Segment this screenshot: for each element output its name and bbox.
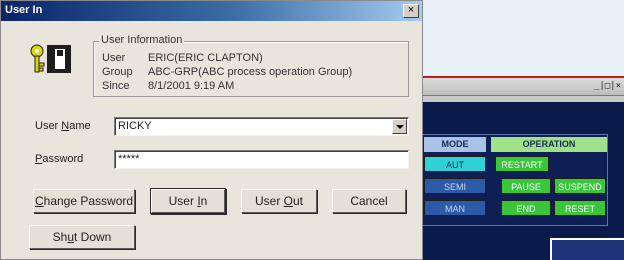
user-in-button[interactable]: User In [151,189,225,213]
username-label-pre: User [35,120,62,132]
password-label: Password [35,153,83,165]
username-label-post: ame [69,120,91,132]
reset-button[interactable]: RESET [554,200,606,216]
end-button[interactable]: END [501,200,551,216]
user-out-label-post: ut [293,194,304,208]
dialog-titlebar: User In × [1,1,422,21]
group-title: User Information [99,34,185,46]
since-label: Since [102,80,130,92]
background-area [418,0,624,86]
user-in-label-post: n [200,194,208,208]
background-titlebar: _|□|× [412,78,624,96]
username-combobox[interactable]: RICKY [114,117,409,136]
shut-down-label-post: t Down [74,230,112,244]
user-label: User [102,52,126,64]
chevron-down-icon[interactable] [392,119,407,134]
username-label: User Name [35,120,91,132]
since-value: 8/1/2001 9:19 AM [148,80,235,92]
user-out-accel: O [283,194,293,208]
password-label-post: assword [42,153,84,165]
group-value: ABC-GRP(ABC process operation Group) [148,66,353,78]
password-value: ***** [118,153,140,165]
user-value: ERIC(ERIC CLAPTON) [148,52,263,64]
username-value: RICKY [118,120,152,132]
shut-down-button[interactable]: Shut Down [29,225,135,249]
shut-down-accel: u [67,230,74,244]
pause-button[interactable]: PAUSE [501,178,551,194]
close-icon: × [407,4,415,16]
mode-man-button[interactable]: MAN [424,200,486,216]
close-button[interactable]: × [403,4,419,18]
mode-header: MODE [424,137,486,152]
change-password-accel: C [34,194,44,208]
user-information-group: User Information User ERIC(ERIC CLAPTON)… [93,34,409,97]
cancel-button[interactable]: Cancel [332,189,406,213]
change-password-button[interactable]: Change Password [33,189,135,213]
control-panel: MODE OPERATION AUT SEMI MAN RESTART PAUS… [420,134,608,226]
operation-header: OPERATION [491,137,607,152]
shut-down-label-pre: Sh [52,230,68,244]
background-window-buttons[interactable]: _|□|× [594,81,621,91]
user-key-icon [30,44,71,73]
user-out-button[interactable]: User Out [241,189,317,213]
mode-aut-button[interactable]: AUT [424,156,486,172]
change-password-label: hange Password [43,194,134,208]
mode-semi-button[interactable]: SEMI [424,178,486,194]
restart-button[interactable]: RESTART [495,156,549,172]
background-panel-corner [550,238,624,260]
user-in-label-pre: User [168,194,198,208]
background-toolbar-strip [412,96,624,102]
password-field[interactable]: ***** [114,150,409,169]
group-label: Group [102,66,133,78]
user-out-label-pre: User [254,194,284,208]
suspend-button[interactable]: SUSPEND [554,178,606,194]
user-in-dialog: User In × User Information User ERIC(ERI… [0,0,423,260]
dialog-title: User In [5,4,43,16]
